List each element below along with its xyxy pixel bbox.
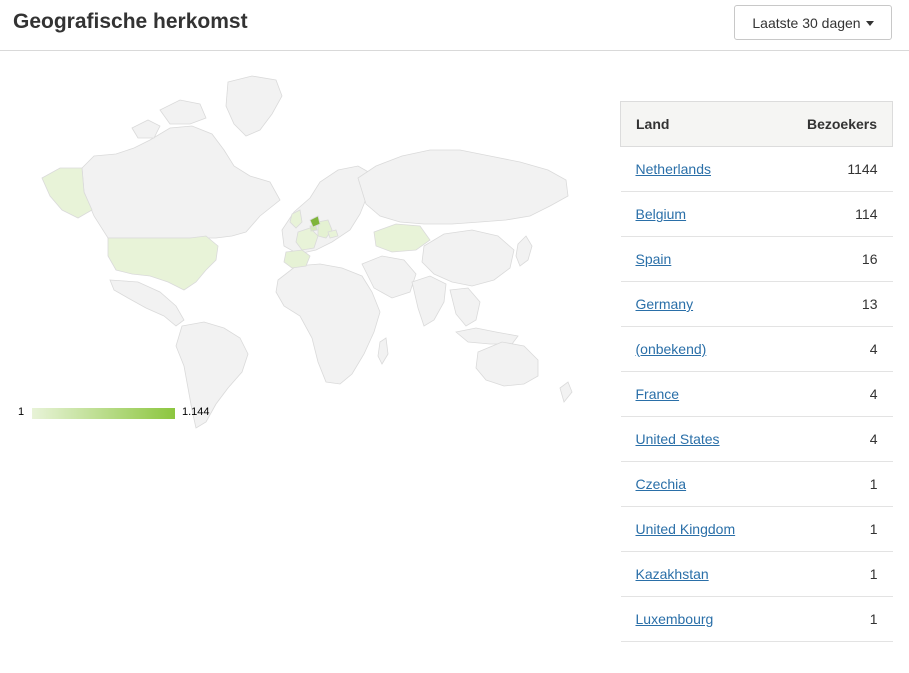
map-region-southeast-asia[interactable]: [449, 287, 481, 327]
map-region-greenland[interactable]: [225, 75, 283, 137]
country-link[interactable]: France: [636, 386, 680, 402]
map-region-madagascar[interactable]: [377, 337, 389, 365]
country-link[interactable]: Spain: [636, 251, 672, 267]
table-row: Germany 13: [620, 281, 893, 327]
visitors-cell: 1144: [773, 146, 893, 192]
visitors-cell: 4: [773, 371, 893, 417]
visitors-cell: 16: [773, 236, 893, 282]
column-header-visitors[interactable]: Bezoekers: [773, 101, 893, 147]
legend-max-label: 1.144: [182, 406, 210, 418]
map-region-kazakhstan[interactable]: [373, 223, 431, 253]
table-row: Spain 16: [620, 236, 893, 282]
country-link[interactable]: Luxembourg: [636, 611, 714, 627]
table-row: Kazakhstan 1: [620, 551, 893, 597]
map-region-india[interactable]: [411, 275, 447, 327]
map-region-arctic-islands-2[interactable]: [131, 119, 161, 139]
map-region-new-zealand[interactable]: [559, 381, 573, 403]
map-region-arctic-islands[interactable]: [159, 99, 207, 125]
map-region-canada[interactable]: [81, 125, 281, 239]
table-row: (onbekend) 4: [620, 326, 893, 372]
country-cell: Luxembourg: [620, 596, 774, 642]
table-row: United States 4: [620, 416, 893, 462]
country-cell: United Kingdom: [620, 506, 774, 552]
map-region-spain[interactable]: [283, 249, 311, 269]
visitors-cell: 1: [773, 461, 893, 507]
chevron-down-icon: [865, 20, 874, 26]
page-header: Geografische herkomst Laatste 30 dagen: [0, 0, 909, 51]
country-link[interactable]: Czechia: [636, 476, 687, 492]
country-table: Land Bezoekers Netherlands 1144 Belgium 114…: [619, 101, 893, 642]
world-map: [20, 70, 592, 430]
country-link[interactable]: Kazakhstan: [636, 566, 709, 582]
visitors-cell: 114: [773, 191, 893, 237]
country-cell: (onbekend): [620, 326, 774, 372]
visitors-cell: 1: [773, 551, 893, 597]
country-cell: Kazakhstan: [620, 551, 774, 597]
table-row: Netherlands 1144: [620, 146, 893, 192]
table-row: United Kingdom 1: [620, 506, 893, 552]
visitors-cell: 4: [773, 416, 893, 462]
map-region-japan[interactable]: [515, 235, 533, 267]
country-link[interactable]: Belgium: [636, 206, 687, 222]
map-legend: 1 1.144: [18, 405, 228, 421]
visitors-cell: 1: [773, 506, 893, 552]
column-header-land[interactable]: Land: [619, 101, 774, 147]
map-region-russia[interactable]: [357, 149, 569, 225]
country-cell: Czechia: [620, 461, 774, 507]
country-link[interactable]: (onbekend): [636, 341, 707, 357]
table-header-row: Land Bezoekers: [619, 101, 893, 147]
table-row: France 4: [620, 371, 893, 417]
map-region-indonesia[interactable]: [455, 327, 519, 345]
world-map-svg: [41, 75, 573, 429]
country-link[interactable]: Germany: [636, 296, 694, 312]
country-cell: Belgium: [620, 191, 774, 237]
visitors-cell: 1: [773, 596, 893, 642]
country-rows: Netherlands 1144 Belgium 114 Spain 16 Germany 1…: [620, 146, 893, 642]
country-cell: Spain: [620, 236, 774, 282]
map-region-africa[interactable]: [275, 263, 381, 385]
table-row: Luxembourg 1: [620, 596, 893, 642]
map-region-china[interactable]: [421, 229, 515, 287]
date-range-label: Laatste 30 dagen: [752, 14, 861, 31]
map-region-mexico[interactable]: [109, 279, 185, 327]
country-link[interactable]: United States: [636, 431, 720, 447]
table-row: Belgium 114: [620, 191, 893, 237]
country-link[interactable]: United Kingdom: [636, 521, 736, 537]
visitors-cell: 4: [773, 326, 893, 372]
country-link[interactable]: Netherlands: [636, 161, 712, 177]
country-cell: Netherlands: [620, 146, 774, 192]
country-cell: France: [620, 371, 774, 417]
date-range-dropdown[interactable]: Laatste 30 dagen: [734, 5, 892, 40]
map-region-australia[interactable]: [475, 341, 539, 387]
table-row: Czechia 1: [620, 461, 893, 507]
legend-min-label: 1: [18, 406, 25, 418]
country-cell: United States: [620, 416, 774, 462]
country-cell: Germany: [620, 281, 774, 327]
legend-gradient: [32, 408, 175, 419]
page-title: Geografische herkomst: [13, 10, 248, 33]
visitors-cell: 13: [773, 281, 893, 327]
